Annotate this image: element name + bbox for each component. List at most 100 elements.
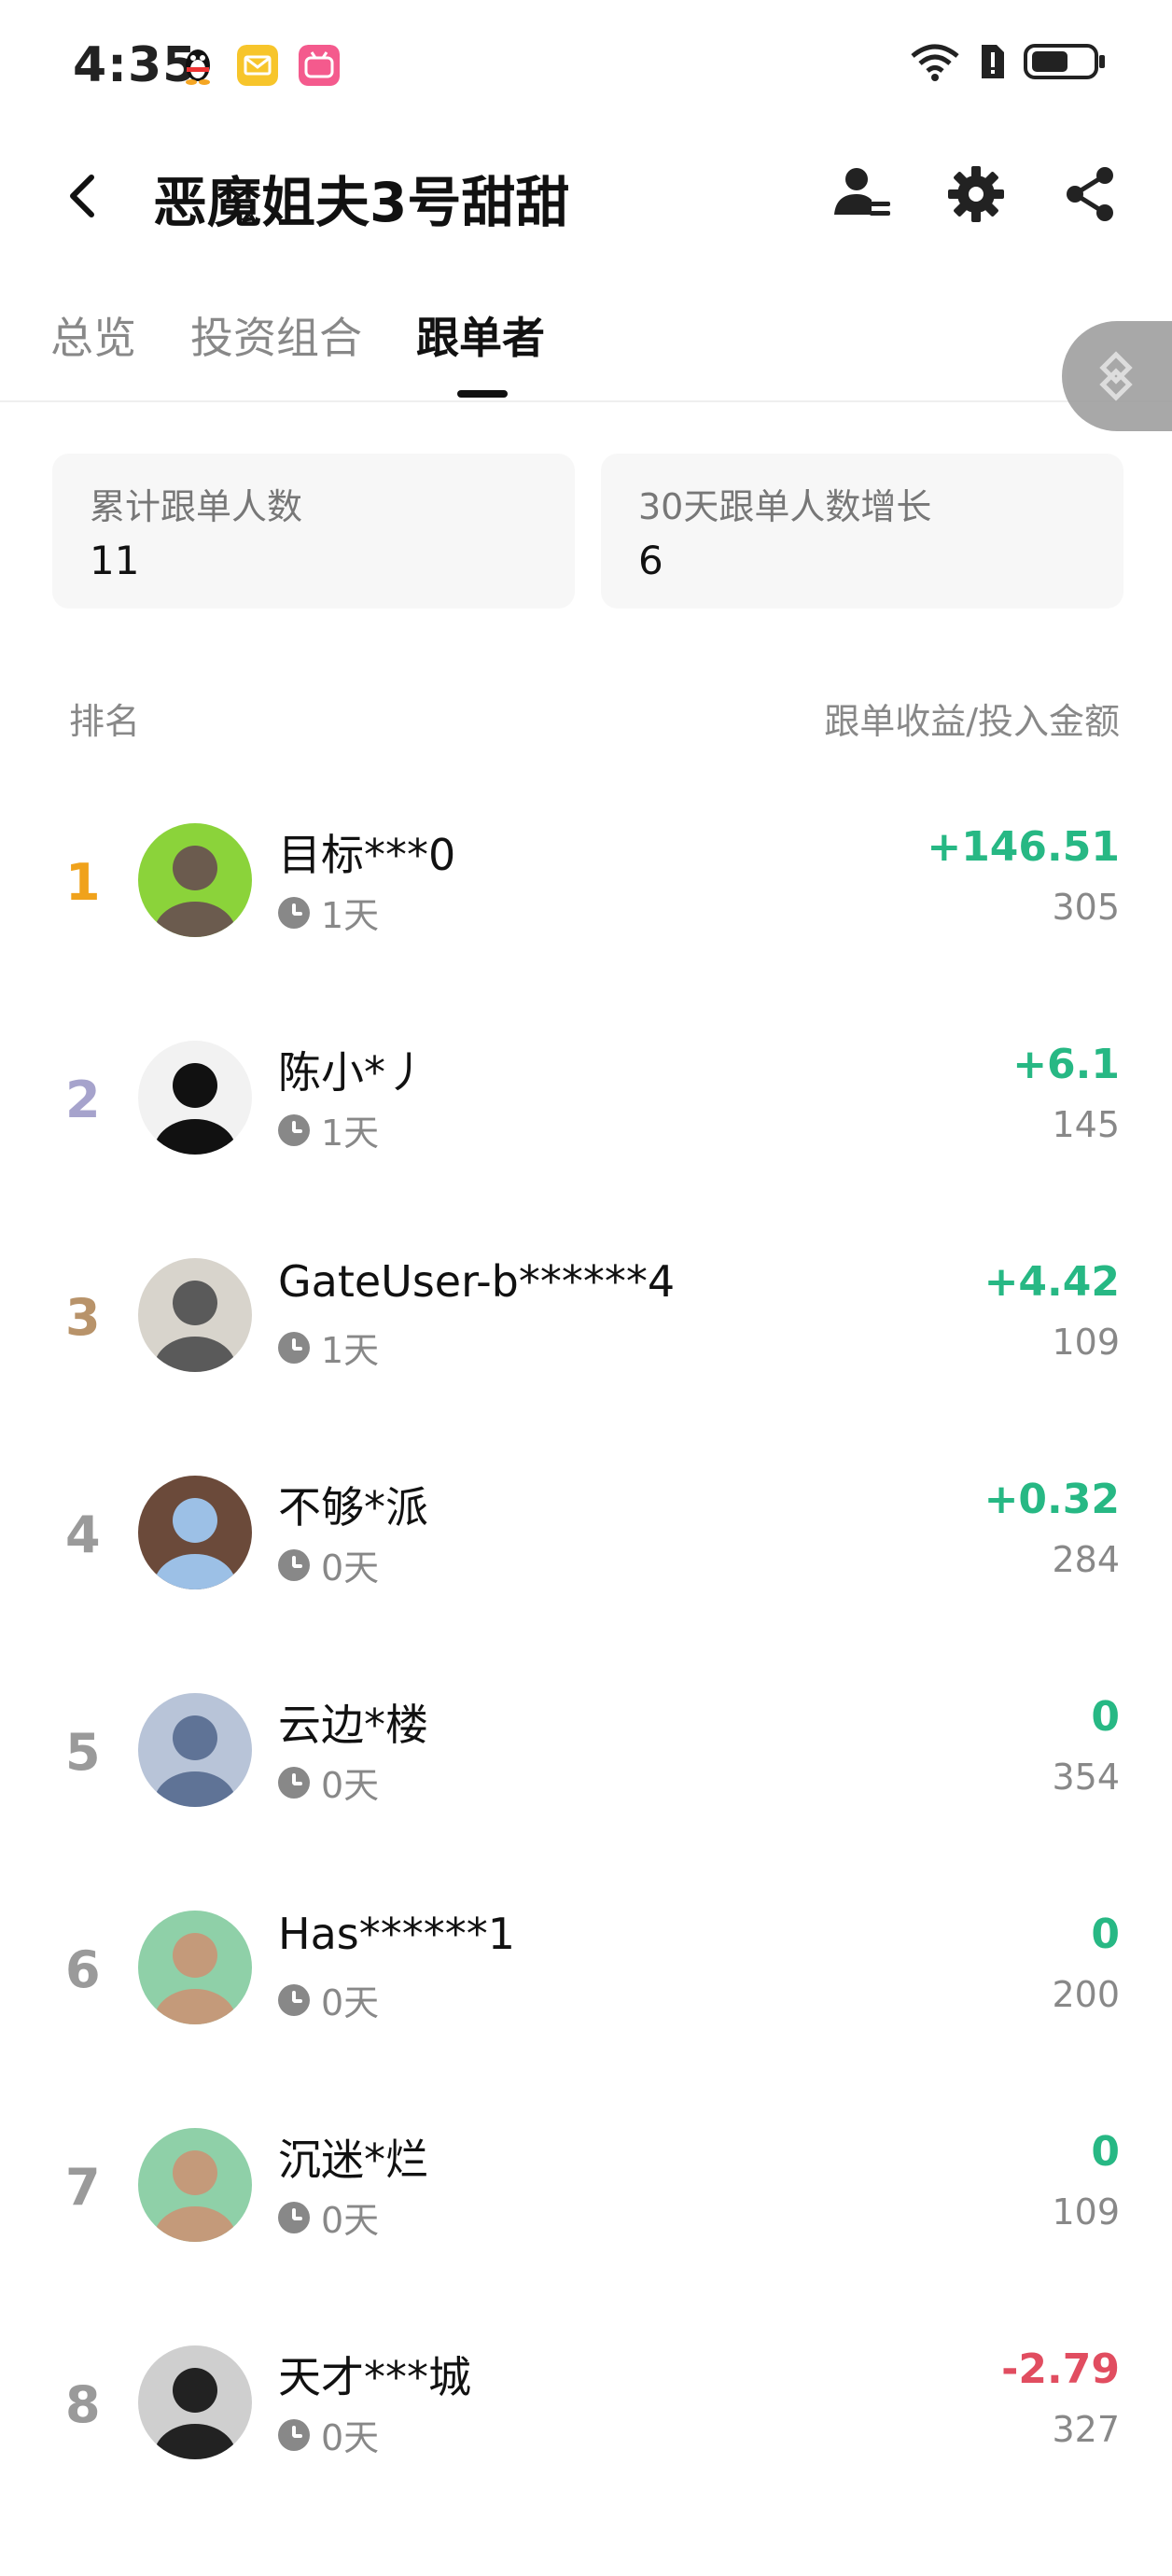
follow-days: 1天	[321, 1113, 380, 1154]
avatar[interactable]	[138, 2345, 252, 2459]
follower-rank: 5	[65, 1723, 101, 1782]
follow-days: 1天	[321, 895, 380, 936]
follower-amount: 200	[1052, 1974, 1120, 2015]
follow-duration: 1天	[278, 1104, 379, 1155]
follower-name: 陈小*丿	[278, 1047, 428, 1098]
qq-penguin-icon	[186, 49, 210, 85]
follow-days: 0天	[321, 2200, 380, 2241]
status-system-icons	[909, 41, 1107, 82]
exchange-logo-icon	[1099, 351, 1133, 401]
follower-name: Has******1	[278, 1909, 516, 1959]
follow-days: 0天	[321, 2417, 380, 2458]
follower-pnl: 0	[1091, 1911, 1120, 1958]
stat-value: 11	[90, 538, 140, 583]
wifi-icon	[911, 44, 959, 81]
follower-name: 天才***城	[278, 2352, 471, 2402]
stat-value: 6	[638, 538, 663, 583]
stat-card-total-followers: 累计跟单人数 11	[52, 454, 575, 609]
follower-row[interactable]: 8 天才***城 0天 -2.79 327	[0, 2306, 1172, 2524]
follower-amount: 109	[1052, 2191, 1120, 2233]
follower-pnl: +6.1	[1012, 1041, 1120, 1088]
follower-name: 云边*楼	[278, 1700, 428, 1750]
follower-pnl: -2.79	[1001, 2345, 1120, 2393]
follower-rank: 6	[65, 1940, 101, 1999]
follower-row[interactable]: 5 云边*楼 0天 0 354	[0, 1654, 1172, 1871]
clock-icon	[278, 1983, 310, 2016]
avatar[interactable]	[138, 1041, 252, 1155]
settings-button[interactable]	[942, 161, 1010, 228]
bilibili-app-icon	[299, 45, 340, 86]
clock-icon	[278, 1331, 310, 1364]
follower-pnl: +4.42	[984, 1258, 1120, 1306]
gear-icon	[948, 166, 1004, 222]
tab-divider	[0, 400, 1172, 402]
clock-icon	[278, 1766, 310, 1799]
clock-icon	[278, 2201, 310, 2233]
avatar[interactable]	[138, 1476, 252, 1589]
tab-followers[interactable]: 跟单者	[416, 304, 545, 366]
follow-days: 0天	[321, 1765, 380, 1806]
active-tab-indicator	[457, 390, 508, 398]
follower-name: 目标***0	[278, 830, 456, 880]
list-header-pnl: 跟单收益/投入金额	[824, 701, 1120, 742]
follow-duration: 0天	[278, 2191, 379, 2243]
follower-pnl: 0	[1091, 2128, 1120, 2176]
follow-duration: 1天	[278, 887, 379, 938]
avatar[interactable]	[138, 823, 252, 937]
tab-overview[interactable]: 总览	[50, 304, 136, 366]
follow-days: 1天	[321, 1330, 380, 1371]
alert-sim-icon	[982, 45, 1004, 78]
clock-icon	[278, 1113, 310, 1146]
follower-row[interactable]: 6 Has******1 0天 0 200	[0, 1871, 1172, 2089]
follow-duration: 0天	[278, 1757, 379, 1808]
follower-rank: 1	[65, 853, 101, 912]
follow-duration: 0天	[278, 1539, 379, 1590]
follower-rank: 2	[65, 1071, 101, 1129]
follower-pnl: +0.32	[984, 1476, 1120, 1523]
follower-row[interactable]: 1 目标***0 1天 +146.51 305	[0, 784, 1172, 1001]
chevron-left-icon	[70, 175, 94, 217]
clock-icon	[278, 896, 310, 929]
follow-duration: 0天	[278, 2409, 379, 2460]
follow-duration: 1天	[278, 1322, 379, 1373]
avatar[interactable]	[138, 1693, 252, 1807]
status-app-icons	[179, 45, 340, 86]
stat-label: 30天跟单人数增长	[638, 486, 932, 527]
user-follow-icon	[834, 168, 890, 216]
follower-row[interactable]: 4 不够*派 0天 +0.32 284	[0, 1436, 1172, 1654]
share-button[interactable]	[1056, 161, 1123, 228]
follower-row[interactable]: 7 沉迷*烂 0天 0 109	[0, 2089, 1172, 2306]
follower-rank: 7	[65, 2158, 101, 2217]
follower-rank: 8	[65, 2375, 101, 2434]
avatar[interactable]	[138, 1258, 252, 1372]
follower-name: 沉迷*烂	[278, 2135, 428, 2185]
stat-card-30d-growth: 30天跟单人数增长 6	[601, 454, 1123, 609]
list-header-rank: 排名	[69, 701, 141, 742]
follow-days: 0天	[321, 1982, 380, 2023]
back-button[interactable]	[56, 168, 112, 224]
floating-exchange-button[interactable]	[1062, 321, 1172, 431]
follower-amount: 145	[1052, 1104, 1120, 1145]
clock-icon	[278, 2418, 310, 2451]
follower-row[interactable]: 3 GateUser-b******4 1天 +4.42 109	[0, 1219, 1172, 1436]
share-icon	[1067, 167, 1113, 221]
follower-amount: 109	[1052, 1322, 1120, 1363]
follow-user-button[interactable]	[829, 161, 896, 228]
follower-rank: 4	[65, 1505, 101, 1564]
follower-name: GateUser-b******4	[278, 1256, 676, 1307]
follow-days: 0天	[321, 1547, 380, 1589]
mail-app-icon	[237, 45, 278, 86]
follower-row[interactable]: 2 陈小*丿 1天 +6.1 145	[0, 1001, 1172, 1219]
follower-name: 不够*派	[278, 1482, 428, 1533]
follower-amount: 284	[1052, 1539, 1120, 1580]
stat-label: 累计跟单人数	[90, 486, 303, 527]
follow-duration: 0天	[278, 1974, 379, 2025]
follower-pnl: +146.51	[927, 823, 1120, 871]
clock-icon	[278, 1548, 310, 1581]
avatar[interactable]	[138, 2128, 252, 2242]
follower-pnl: 0	[1091, 1693, 1120, 1741]
battery-icon	[1024, 44, 1105, 79]
tab-portfolio[interactable]: 投资组合	[190, 304, 362, 366]
avatar[interactable]	[138, 1911, 252, 2024]
follower-amount: 327	[1052, 2409, 1120, 2450]
